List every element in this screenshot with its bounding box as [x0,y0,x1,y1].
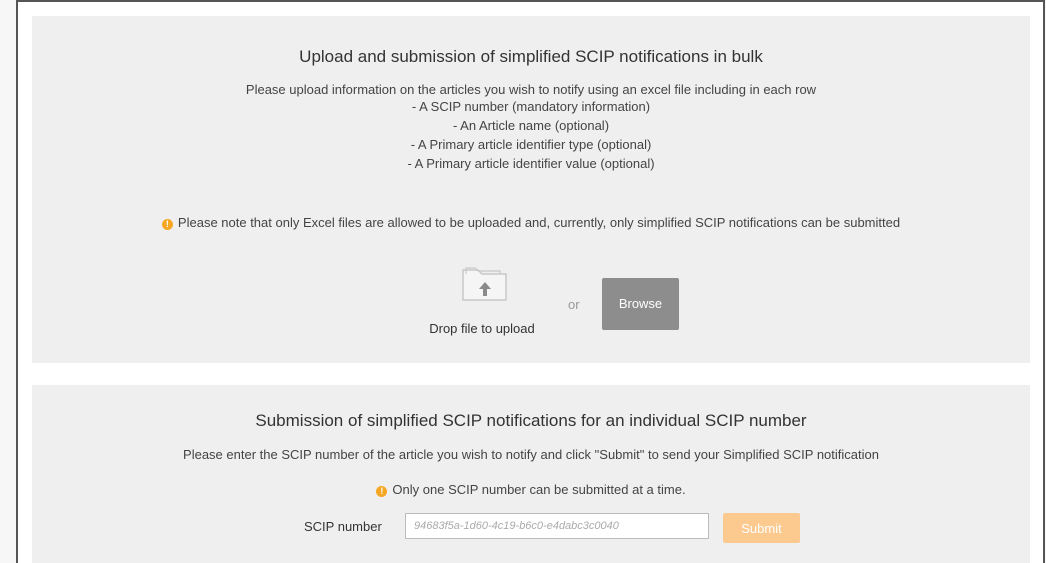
individual-submission-panel: Submission of simplified SCIP notificati… [32,385,1030,563]
scip-number-label: SCIP number [304,519,382,534]
bulk-note-text: Please note that only Excel files are al… [177,215,901,230]
bulk-upload-panel: Upload and submission of simplified SCIP… [32,16,1030,363]
individual-instructions: Please enter the SCIP number of the arti… [183,447,879,462]
bulk-intro: Please upload information on the article… [245,82,817,97]
page-frame: Upload and submission of simplified SCIP… [16,0,1045,563]
individual-note-text: Only one SCIP number can be submitted at… [392,482,686,497]
bulk-title: Upload and submission of simplified SCIP… [299,47,763,66]
scip-number-input[interactable] [405,513,709,539]
bulk-item-identifier-value: - A Primary article identifier value (op… [407,156,655,171]
bulk-item-scip-number: - A SCIP number (mandatory information) [411,99,651,114]
individual-note: ! Only one SCIP number can be submitted a… [32,481,1030,498]
bulk-item-article-name: - An Article name (optional) [452,118,610,133]
submit-button[interactable]: Submit [723,513,800,543]
individual-title: Submission of simplified SCIP notificati… [255,411,807,430]
warning-icon: ! [161,219,173,230]
or-label: or [568,297,580,312]
bulk-item-identifier-type: - A Primary article identifier type (opt… [410,137,652,152]
warning-icon: ! [376,486,388,497]
browse-button[interactable]: Browse [602,278,679,330]
bulk-note: ! Please note that only Excel files are a… [32,214,1030,231]
drop-file-label: Drop file to upload [429,321,535,336]
folder-upload-icon [462,267,507,301]
